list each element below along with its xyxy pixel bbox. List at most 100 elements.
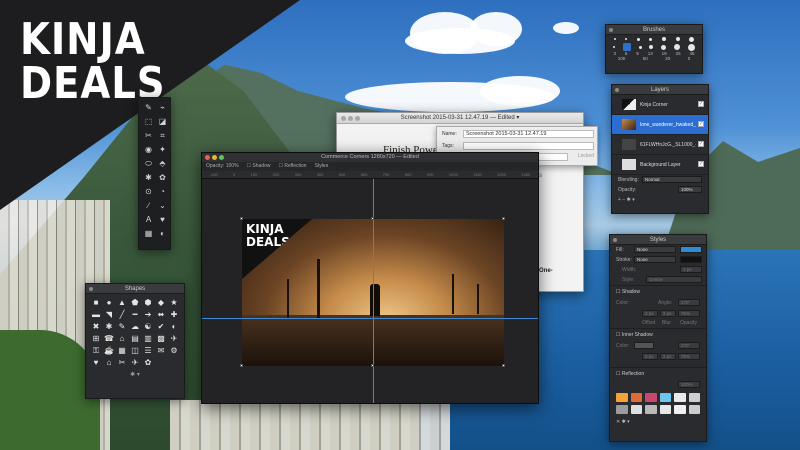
styles-button[interactable]: Styles <box>315 162 329 171</box>
style-swatch[interactable] <box>645 393 657 402</box>
brush-preset[interactable] <box>675 37 680 41</box>
inner-shadow-blur-field[interactable]: 2 px <box>660 353 676 360</box>
close-icon[interactable] <box>609 28 613 32</box>
shape-icon[interactable]: ☎ <box>103 333 115 344</box>
brush-preset[interactable] <box>612 46 615 48</box>
stroke-select[interactable]: None <box>634 256 676 263</box>
shadow-section[interactable]: ☐ Shadow <box>610 285 706 298</box>
shape-icon[interactable]: ⊞ <box>90 333 102 344</box>
tool-icon[interactable]: ◉ <box>142 143 155 156</box>
name-field[interactable]: Screenshot 2015-03-31 12.47.19 <box>463 130 594 138</box>
style-swatch[interactable] <box>674 393 686 402</box>
close-icon[interactable] <box>613 238 617 242</box>
close-button[interactable] <box>205 155 210 160</box>
shape-icon[interactable]: ▦ <box>116 345 128 356</box>
fill-color-well[interactable] <box>680 246 702 253</box>
resize-handle[interactable] <box>240 217 243 220</box>
tool-icon[interactable]: ⊙ <box>142 185 155 198</box>
shadow-opacity-field[interactable]: 75% <box>678 310 700 317</box>
close-button[interactable] <box>341 116 346 121</box>
shape-icon[interactable]: ● <box>103 297 115 308</box>
tool-icon[interactable]: ◪ <box>156 115 169 128</box>
reflection-toggle[interactable]: ☐ Reflection <box>278 162 306 171</box>
reflection-section[interactable]: ☐ Reflection <box>610 367 706 380</box>
close-icon[interactable] <box>615 88 619 92</box>
shape-icon[interactable]: ✖ <box>90 321 102 332</box>
inner-shadow-color-well[interactable] <box>634 342 654 349</box>
tool-icon[interactable]: ◐ <box>156 227 169 240</box>
tool-icon[interactable]: ⬚ <box>142 115 155 128</box>
minimize-button[interactable] <box>348 116 353 121</box>
style-swatch[interactable] <box>616 405 628 414</box>
fill-select[interactable]: None <box>634 246 676 253</box>
shape-icon[interactable]: ✈ <box>168 333 180 344</box>
shape-icon[interactable]: ◆ <box>155 297 167 308</box>
minimize-button[interactable] <box>212 155 217 160</box>
tool-icon[interactable]: ⌁ <box>156 101 169 114</box>
brush-preset[interactable] <box>638 45 642 49</box>
vertical-guide[interactable] <box>373 179 374 403</box>
layer-visibility-checkbox[interactable]: ✓ <box>698 101 704 107</box>
horizontal-guide[interactable] <box>202 318 538 319</box>
shape-icon[interactable]: ✚ <box>168 309 180 320</box>
tool-icon[interactable]: ✎ <box>142 101 155 114</box>
brush-preset[interactable] <box>662 37 667 41</box>
shape-icon[interactable]: ✿ <box>142 357 154 368</box>
shape-icon[interactable]: ✂ <box>116 357 128 368</box>
shadow-angle-field[interactable]: 270° <box>678 299 700 306</box>
width-field[interactable]: 1 px <box>680 266 702 273</box>
shape-icon[interactable]: ☁ <box>129 321 141 332</box>
layer-row[interactable]: Background Layer ✓ <box>612 155 708 175</box>
layer-visibility-checkbox[interactable]: ✓ <box>698 121 704 127</box>
brush-preset[interactable] <box>636 37 640 41</box>
layers-footer-controls[interactable]: + − ✱ ▾ <box>618 197 635 203</box>
tool-icon[interactable]: A <box>142 213 155 226</box>
brush-preset[interactable] <box>649 37 653 41</box>
shadow-toggle[interactable]: ☐ Shadow <box>247 162 271 171</box>
brush-preset[interactable] <box>674 44 681 50</box>
layer-row[interactable]: 61FLWHnJcG._SL1000_-1 ✓ <box>612 135 708 155</box>
shadow-blur-field[interactable]: 2 px <box>660 310 676 317</box>
locked-checkbox[interactable]: Locked <box>578 153 594 159</box>
resize-handle[interactable] <box>371 364 374 367</box>
shape-icon[interactable]: ⚿ <box>90 345 102 356</box>
style-swatch[interactable] <box>630 393 642 402</box>
shape-icon[interactable]: ◐ <box>168 321 180 332</box>
shape-icon[interactable]: ✉ <box>155 345 167 356</box>
canvas-area[interactable]: KINJA DEALS <box>202 179 538 403</box>
tool-icon[interactable]: ∕ <box>142 199 155 212</box>
inner-shadow-offset-field[interactable]: 2 px <box>642 353 658 360</box>
resize-handle[interactable] <box>240 364 243 367</box>
layer-visibility-checkbox[interactable]: ✓ <box>698 161 704 167</box>
brush-preset-selected[interactable] <box>622 43 631 51</box>
brush-preset[interactable] <box>661 44 667 50</box>
tool-icon[interactable]: ⬭ <box>142 157 155 170</box>
shape-icon[interactable]: ▥ <box>142 333 154 344</box>
opacity-control[interactable]: Opacity: 100% <box>206 162 239 171</box>
document-link[interactable]: s <box>539 173 542 179</box>
brush-preset[interactable] <box>613 38 616 40</box>
shape-icon[interactable]: ▩ <box>155 333 167 344</box>
resize-handle[interactable] <box>502 217 505 220</box>
style-swatch[interactable] <box>645 405 657 414</box>
tool-icon[interactable]: ⌗ <box>156 129 169 142</box>
resize-handle[interactable] <box>502 364 505 367</box>
shape-icon[interactable]: ⌂ <box>103 357 115 368</box>
brush-preset[interactable] <box>689 36 695 42</box>
layer-row[interactable]: Kinja Corner ✓ <box>612 95 708 115</box>
tool-icon[interactable]: ✱ <box>142 171 155 184</box>
opacity-field[interactable]: 100% <box>678 186 702 193</box>
shape-icon[interactable]: ☕ <box>103 345 115 356</box>
shape-icon[interactable]: ★ <box>168 297 180 308</box>
styles-footer-controls[interactable]: ✕ ✱ ▾ <box>616 419 630 425</box>
shape-icon[interactable]: ✱ <box>103 321 115 332</box>
style-swatch[interactable] <box>630 405 642 414</box>
shape-icon[interactable]: ╱ <box>116 309 128 320</box>
tool-icon[interactable]: ✦ <box>156 143 169 156</box>
shadow-offset-field[interactable]: 2 px <box>642 310 658 317</box>
layer-visibility-checkbox[interactable]: ✓ <box>698 141 704 147</box>
shape-icon[interactable]: ⌂ <box>116 333 128 344</box>
tool-icon[interactable]: ✿ <box>156 171 169 184</box>
tool-icon[interactable]: ♥ <box>156 213 169 226</box>
shape-icon[interactable]: ━ <box>129 309 141 320</box>
